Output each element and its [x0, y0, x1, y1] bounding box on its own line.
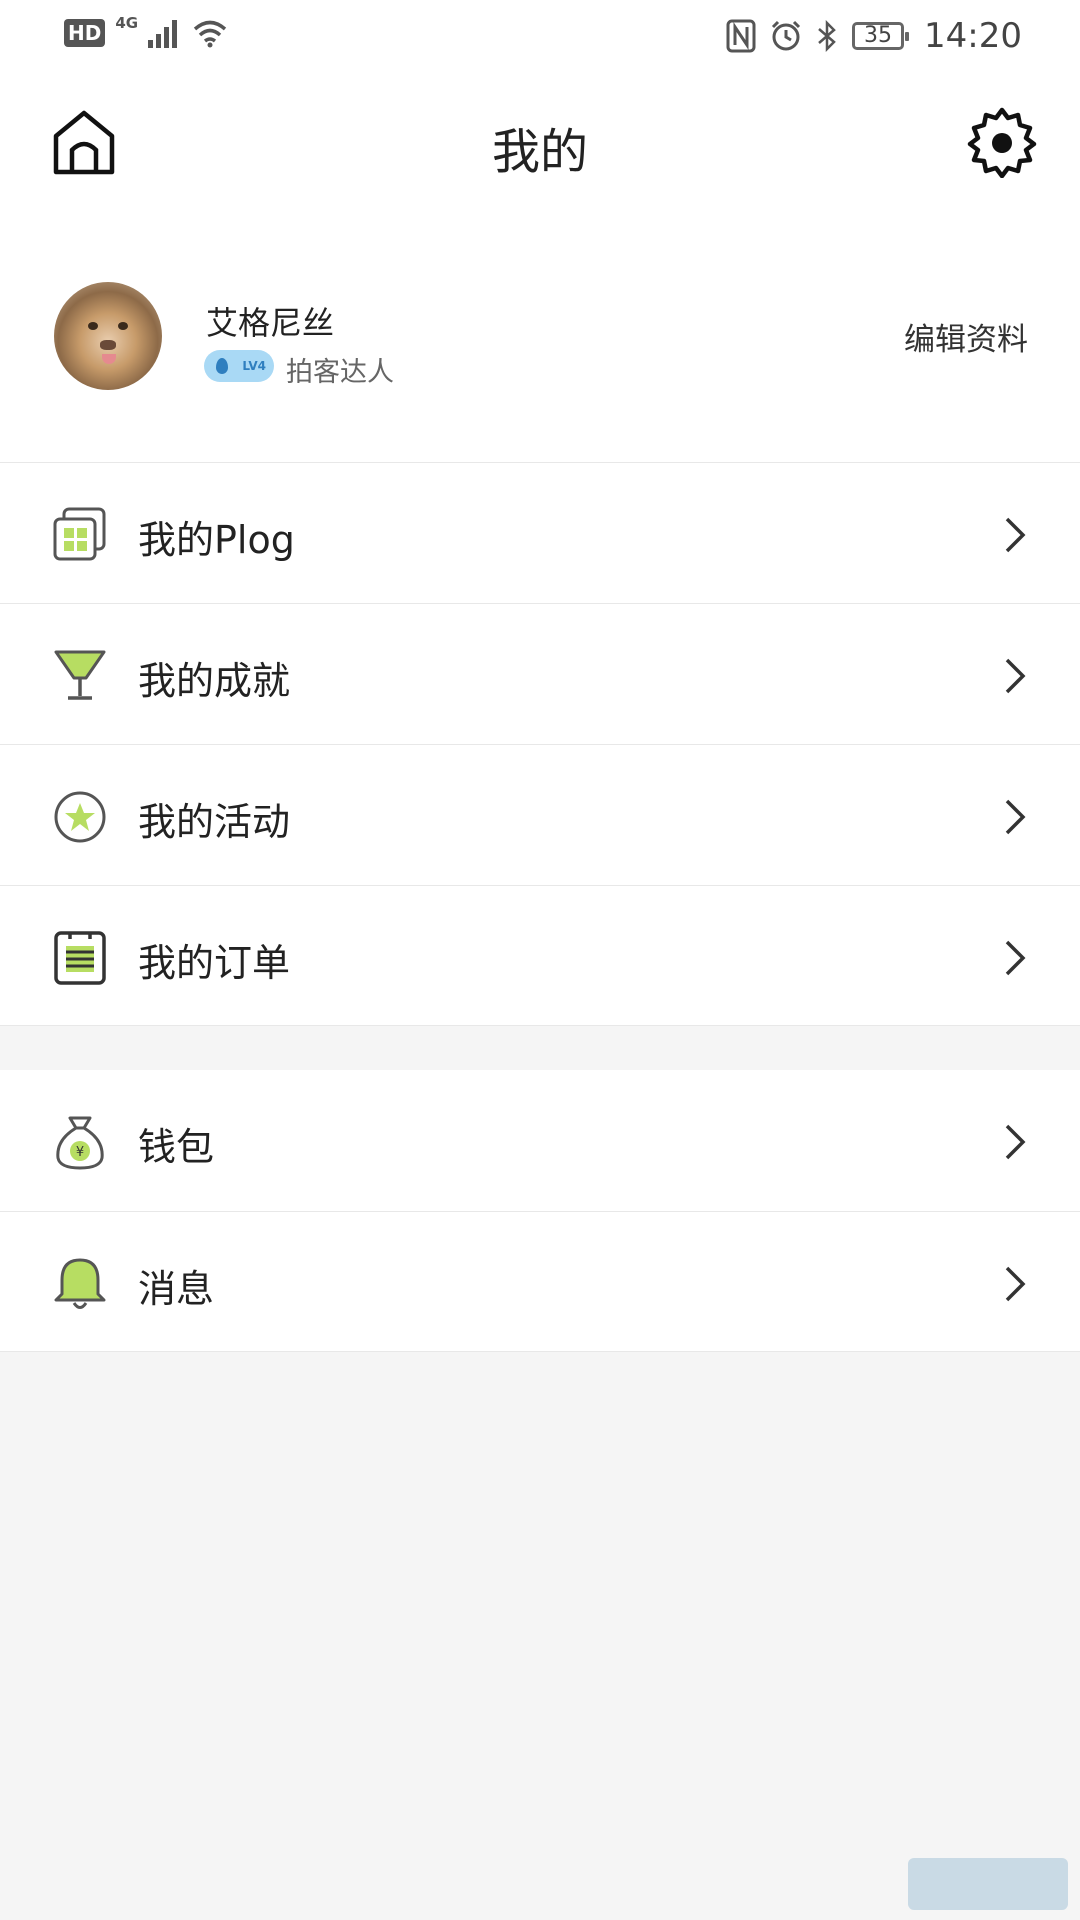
menu-group-primary: 我的Plog 我的成就 我的活动 我的订单 — [0, 462, 1080, 1026]
menu-item-label: 我的成就 — [138, 659, 291, 703]
menu-item-my-orders[interactable]: 我的订单 — [0, 885, 1080, 1026]
avatar-eye-right — [118, 322, 128, 330]
bluetooth-icon — [818, 20, 836, 52]
edit-profile-button[interactable]: 编辑资料 — [904, 314, 1028, 359]
chevron-right-icon — [1005, 517, 1026, 553]
status-bar: HD 4G 35 14:20 — [0, 0, 1080, 74]
bell-icon — [54, 1258, 106, 1309]
level-badge-text: LV4 — [242, 359, 266, 373]
chevron-right-icon — [1005, 799, 1026, 835]
menu-item-label: 我的Plog — [138, 518, 295, 562]
battery-indicator: 35 — [852, 22, 910, 50]
nfc-icon — [726, 19, 756, 53]
network-type: 4G — [115, 14, 139, 32]
menu-item-label: 我的活动 — [138, 800, 291, 844]
settings-gear-icon[interactable] — [966, 106, 1038, 178]
menu-item-messages[interactable]: 消息 — [0, 1211, 1080, 1352]
menu-item-label: 我的订单 — [138, 941, 291, 985]
level-title: 拍客达人 — [286, 357, 394, 388]
avatar-eye-left — [88, 322, 98, 330]
username: 艾格尼丝 — [206, 304, 335, 342]
menu-item-my-activities[interactable]: 我的活动 — [0, 744, 1080, 885]
clock: 14:20 — [924, 16, 1022, 56]
chevron-right-icon — [1005, 940, 1026, 976]
plog-gallery-icon — [53, 507, 106, 561]
chevron-right-icon — [1005, 658, 1026, 694]
watermark-logo — [908, 1858, 1068, 1910]
wifi-icon — [193, 20, 227, 48]
chevron-right-icon — [1005, 1266, 1026, 1302]
menu-item-label: 钱包 — [138, 1125, 215, 1169]
avatar-nose — [100, 340, 116, 350]
menu-item-my-achievements[interactable]: 我的成就 — [0, 603, 1080, 744]
menu-item-my-plog[interactable]: 我的Plog — [0, 462, 1080, 603]
menu-item-wallet[interactable]: ¥ 钱包 — [0, 1070, 1080, 1211]
order-clipboard-icon — [54, 931, 106, 985]
signal-icon — [148, 20, 178, 48]
star-badge-icon — [54, 791, 106, 843]
avatar-tongue — [102, 354, 116, 364]
hd-indicator: HD — [64, 19, 106, 47]
profile-section: 艾格尼丝 LV4 拍客达人 编辑资料 — [0, 210, 1080, 462]
money-bag-icon: ¥ — [56, 1116, 104, 1170]
avatar[interactable] — [54, 282, 162, 390]
chevron-right-icon — [1005, 1124, 1026, 1160]
svg-text:¥: ¥ — [76, 1145, 84, 1160]
drop-icon — [216, 358, 228, 374]
alarm-icon — [771, 20, 801, 51]
page-title: 我的 — [491, 124, 588, 180]
trophy-icon — [54, 650, 106, 700]
menu-item-label: 消息 — [138, 1267, 215, 1311]
level-badge: LV4 — [204, 350, 274, 382]
top-navigation-bar: 我的 — [0, 74, 1080, 210]
menu-group-secondary: ¥ 钱包 消息 — [0, 1070, 1080, 1352]
